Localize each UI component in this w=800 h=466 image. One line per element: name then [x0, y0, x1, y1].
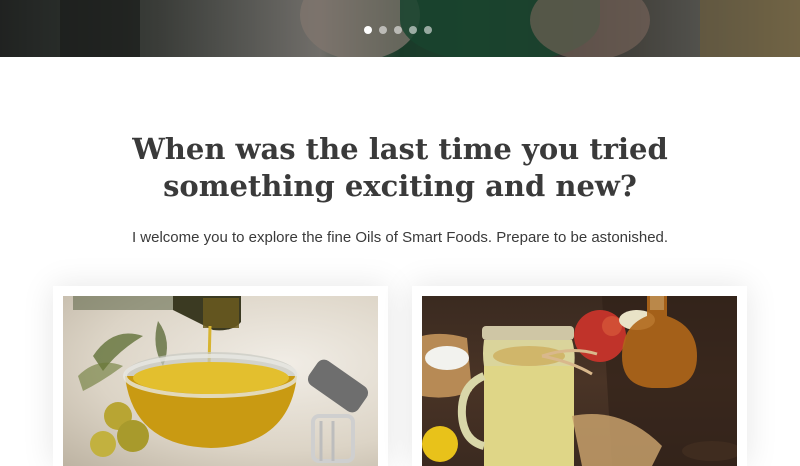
olive-oil-bowl-image[interactable]	[63, 296, 378, 466]
carousel-dot-1[interactable]	[364, 26, 372, 34]
hero-slider[interactable]	[0, 0, 800, 57]
apple-cider-jar-image[interactable]	[422, 296, 737, 466]
headline-line-2: something exciting and new?	[163, 169, 637, 203]
olive-oil-illustration	[73, 296, 369, 463]
carousel-dot-2[interactable]	[379, 26, 387, 34]
headline-line-1: When was the last time you tried	[132, 132, 668, 166]
carousel-dots	[364, 26, 432, 34]
section-headline: When was the last time you tried somethi…	[0, 131, 800, 205]
carousel-dot-5[interactable]	[424, 26, 432, 34]
apple-cider-illustration	[422, 296, 737, 466]
carousel-dot-4[interactable]	[409, 26, 417, 34]
product-card-olive-oil[interactable]	[53, 286, 388, 466]
product-card-apple-cider[interactable]	[412, 286, 747, 466]
intro-text: I welcome you to explore the fine Oils o…	[131, 229, 669, 246]
carousel-dot-3[interactable]	[394, 26, 402, 34]
